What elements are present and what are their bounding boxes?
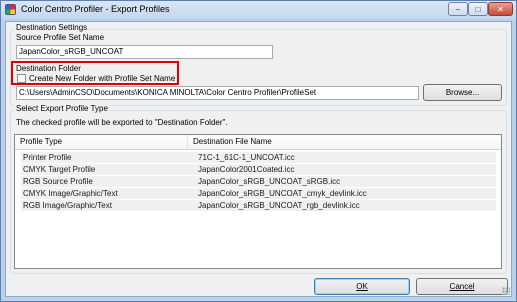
ok-button[interactable]: OK [314, 278, 410, 295]
close-button[interactable]: ✕ [488, 2, 513, 16]
table-row[interactable]: RGB Source Profile JapanColor_sRGB_UNCOA… [21, 176, 496, 187]
list-header: Profile Type Destination File Name [15, 135, 501, 150]
column-divider[interactable] [187, 135, 188, 149]
source-set-label: Source Profile Set Name [16, 33, 105, 42]
browse-button[interactable]: Browse... [423, 84, 502, 101]
source-set-name-field[interactable]: JapanColor_sRGB_UNCOAT [16, 45, 273, 59]
row-file-name: 71C-1_61C-1_UNCOAT.icc [198, 153, 295, 162]
cancel-button[interactable]: Cancel [416, 278, 508, 295]
cancel-button-label: Cancel [449, 282, 475, 291]
export-note: The checked profile will be exported to … [16, 118, 228, 127]
create-folder-label[interactable]: Create New Folder with Profile Set Name [29, 74, 175, 83]
dialog-client-area: Destination Settings Source Profile Set … [5, 21, 512, 297]
destination-folder-label: Destination Folder [16, 64, 81, 73]
table-row[interactable]: CMYK Image/Graphic/Text JapanColor_sRGB_… [21, 188, 496, 199]
ok-button-label: OK [356, 282, 368, 291]
column-header-profile-type[interactable]: Profile Type [20, 137, 62, 146]
row-profile-type: CMYK Image/Graphic/Text [23, 189, 118, 198]
minimize-button[interactable]: – [448, 2, 468, 16]
table-row[interactable]: Printer Profile 71C-1_61C-1_UNCOAT.icc [21, 152, 496, 163]
row-profile-type: RGB Image/Graphic/Text [23, 201, 112, 210]
destination-folder-path-field[interactable]: C:\Users\AdminCSO\Documents\KONICA MINOL… [16, 86, 419, 100]
table-row[interactable]: RGB Image/Graphic/Text JapanColor_sRGB_U… [21, 200, 496, 211]
title-bar[interactable]: Color Centro Profiler - Export Profiles … [1, 1, 516, 19]
profile-type-list[interactable]: Profile Type Destination File Name Print… [14, 134, 502, 269]
row-profile-type: Printer Profile [23, 153, 72, 162]
maximize-button[interactable]: □ [468, 2, 488, 16]
export-profiles-window: Color Centro Profiler - Export Profiles … [0, 0, 517, 302]
row-profile-type: RGB Source Profile [23, 177, 93, 186]
column-header-destination-file[interactable]: Destination File Name [193, 137, 272, 146]
resize-grip[interactable] [502, 287, 510, 295]
destination-settings-caption: Destination Settings [14, 23, 90, 32]
row-file-name: JapanColor_sRGB_UNCOAT_rgb_devlink.icc [198, 201, 360, 210]
minimize-icon: – [455, 4, 461, 14]
close-icon: ✕ [497, 4, 504, 14]
row-file-name: JapanColor_sRGB_UNCOAT_cmyk_devlink.icc [198, 189, 367, 198]
window-title: Color Centro Profiler - Export Profiles [21, 4, 170, 14]
create-folder-checkbox[interactable] [17, 74, 26, 83]
row-file-name: JapanColor2001Coated.icc [198, 165, 295, 174]
export-profile-type-caption: Select Export Profile Type [14, 104, 110, 113]
color-centro-app-icon [5, 4, 16, 15]
row-file-name: JapanColor_sRGB_UNCOAT_sRGB.icc [198, 177, 341, 186]
browse-button-label: Browse... [445, 88, 480, 97]
row-profile-type: CMYK Target Profile [23, 165, 96, 174]
table-row[interactable]: CMYK Target Profile JapanColor2001Coated… [21, 164, 496, 175]
maximize-icon: □ [475, 4, 481, 14]
